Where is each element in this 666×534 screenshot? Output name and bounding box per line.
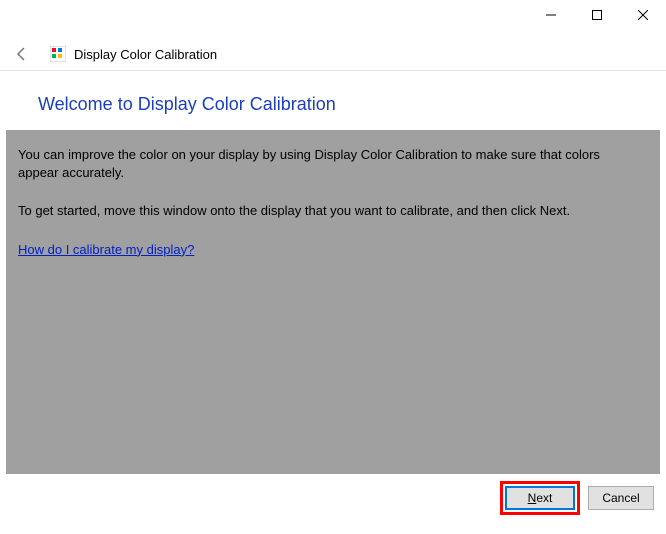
window-controls [528,0,666,30]
close-button[interactable] [620,0,666,30]
help-link[interactable]: How do I calibrate my display? [18,242,194,257]
paragraph-2: To get started, move this window onto th… [18,202,638,220]
next-button[interactable]: Next [505,486,575,510]
page-heading: Welcome to Display Color Calibration [38,94,336,115]
header: Display Color Calibration [0,40,666,68]
footer: Next Cancel [6,476,660,520]
back-button[interactable] [14,40,50,68]
next-highlight: Next [500,481,580,515]
content-area: You can improve the color on your displa… [6,130,660,474]
window-title: Display Color Calibration [74,47,217,62]
paragraph-1: You can improve the color on your displa… [18,146,638,182]
minimize-button[interactable] [528,0,574,30]
divider [0,70,666,71]
cancel-button[interactable]: Cancel [588,486,654,510]
app-icon [50,46,66,62]
maximize-button[interactable] [574,0,620,30]
